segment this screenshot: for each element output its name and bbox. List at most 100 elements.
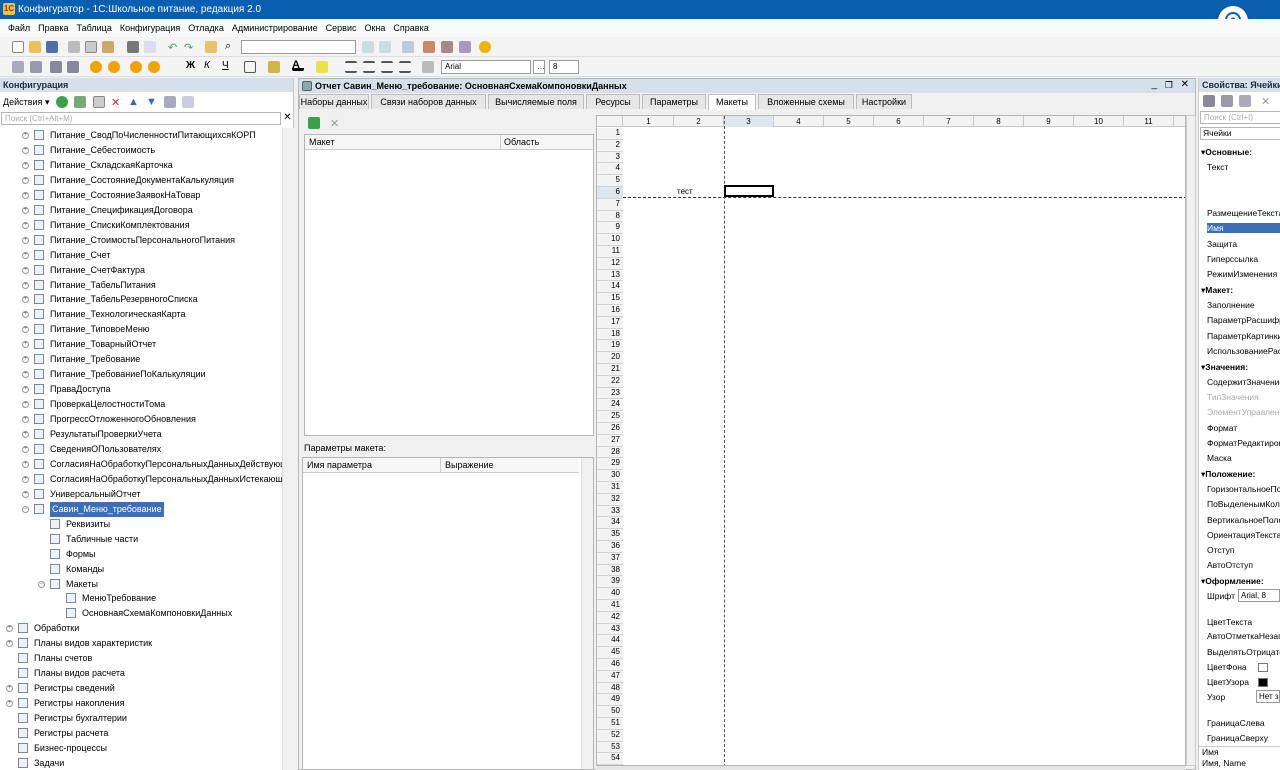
- redo-icon[interactable]: ↷: [184, 41, 196, 54]
- row-header[interactable]: 46: [597, 659, 623, 671]
- row-header[interactable]: 25: [597, 411, 623, 423]
- expand-icon[interactable]: +: [22, 132, 29, 139]
- property-name[interactable]: ФорматРедактирования: [1207, 438, 1280, 448]
- row-header[interactable]: 26: [597, 423, 623, 435]
- expand-icon[interactable]: +: [22, 326, 29, 334]
- column-header[interactable]: 7: [924, 116, 974, 127]
- expand-icon[interactable]: +: [22, 431, 29, 438]
- font-more-button[interactable]: …: [533, 60, 545, 74]
- property-name[interactable]: ПоВыделенымКолонкам: [1207, 499, 1280, 509]
- property-name[interactable]: ВыделятьОтрицательные: [1207, 647, 1280, 657]
- row-header[interactable]: 40: [597, 588, 623, 600]
- add-icon[interactable]: [56, 96, 68, 108]
- config-scrollbar[interactable]: [282, 128, 294, 770]
- font-size-combo[interactable]: 8: [549, 60, 579, 74]
- row-header[interactable]: 18: [597, 328, 623, 341]
- row-header[interactable]: 33: [597, 505, 623, 518]
- menu-item[interactable]: Конфигурация: [120, 23, 180, 33]
- layouts-table[interactable]: Макет Область: [304, 134, 594, 436]
- pattern-color-swatch[interactable]: [1258, 678, 1268, 687]
- row-header[interactable]: 15: [597, 293, 623, 305]
- menu-item[interactable]: Файл: [8, 23, 30, 33]
- collapse-icon[interactable]: −: [22, 505, 29, 513]
- bold-icon[interactable]: Ж: [186, 60, 198, 72]
- new-file-icon[interactable]: [12, 41, 24, 53]
- add-layout-icon[interactable]: [308, 117, 320, 129]
- filter-props-icon[interactable]: [1239, 95, 1251, 107]
- row-header[interactable]: 30: [597, 470, 623, 482]
- property-name[interactable]: ЭлементУправления: [1207, 407, 1280, 417]
- tab[interactable]: Ресурсы: [586, 94, 640, 109]
- underline-icon[interactable]: Ч: [222, 60, 234, 72]
- delete-icon[interactable]: ✕: [111, 96, 123, 109]
- property-name[interactable]: ОриентацияТекста: [1207, 530, 1280, 540]
- expand-icon[interactable]: +: [22, 445, 29, 453]
- categories-icon[interactable]: [1203, 95, 1215, 107]
- italic-icon[interactable]: К: [204, 60, 216, 72]
- window-icon[interactable]: [402, 41, 414, 53]
- row-header[interactable]: 51: [597, 718, 623, 730]
- row-header[interactable]: 23: [597, 387, 623, 400]
- copy-object-icon[interactable]: [93, 96, 105, 108]
- row-header[interactable]: 11: [597, 246, 623, 258]
- row-header[interactable]: 10: [597, 234, 623, 246]
- font-value-field[interactable]: Arial, 8: [1238, 589, 1280, 603]
- property-name[interactable]: Заполнение: [1207, 300, 1255, 310]
- row-header[interactable]: 36: [597, 541, 623, 553]
- cut-icon[interactable]: [68, 41, 80, 53]
- row-header[interactable]: 52: [597, 729, 623, 742]
- row-header[interactable]: 44: [597, 635, 623, 648]
- clear-search-icon[interactable]: ✕: [282, 112, 293, 125]
- row-header[interactable]: 39: [597, 576, 623, 589]
- menu-item[interactable]: Окна: [364, 23, 385, 33]
- property-name[interactable]: Отступ: [1207, 545, 1235, 555]
- params-scrollbar[interactable]: [581, 458, 593, 769]
- row-header[interactable]: 17: [597, 316, 623, 329]
- expand-icon[interactable]: +: [6, 700, 13, 708]
- row-header[interactable]: 53: [597, 741, 623, 754]
- property-name[interactable]: Узор: [1207, 692, 1225, 702]
- expand-icon[interactable]: +: [22, 146, 29, 154]
- clear-icon[interactable]: ✕: [1261, 95, 1273, 108]
- property-name[interactable]: ГраницаСлева: [1207, 718, 1265, 728]
- property-name[interactable]: ГоризонтальноеПоложение: [1207, 484, 1280, 494]
- find-in-folder-icon[interactable]: [205, 41, 217, 53]
- breakpoint-icon[interactable]: [441, 41, 453, 53]
- spreadsheet-hscroll[interactable]: [596, 766, 1186, 770]
- find-prev-icon[interactable]: [379, 41, 391, 53]
- row-header[interactable]: 24: [597, 399, 623, 412]
- borders-icon[interactable]: [244, 61, 256, 73]
- actions-menu[interactable]: Действия ▾: [3, 94, 49, 110]
- row-header[interactable]: 22: [597, 375, 623, 388]
- row-header[interactable]: 12: [597, 257, 623, 270]
- props-object-combo[interactable]: Ячейки: [1200, 127, 1280, 140]
- expand-icon[interactable]: +: [6, 640, 13, 648]
- search-combo[interactable]: [241, 40, 356, 54]
- tab[interactable]: Макеты: [708, 94, 756, 110]
- property-name[interactable]: ИспользованиеРасшифровки: [1207, 346, 1280, 356]
- row-header[interactable]: 47: [597, 670, 623, 683]
- properties-icon[interactable]: [50, 61, 62, 73]
- menu-item[interactable]: Сервис: [326, 23, 357, 33]
- row-header[interactable]: 49: [597, 694, 623, 707]
- property-name[interactable]: ТипЗначения: [1207, 392, 1259, 402]
- column-header[interactable]: 4: [774, 116, 824, 127]
- align-left-icon[interactable]: [345, 61, 357, 73]
- text-color-icon[interactable]: A: [292, 59, 304, 71]
- open-folder-icon[interactable]: [29, 41, 41, 53]
- search-icon[interactable]: ⌕: [225, 40, 237, 52]
- property-name[interactable]: ПараметрКартинки: [1207, 331, 1280, 341]
- property-name[interactable]: ГраницаСверху: [1207, 733, 1268, 743]
- expand-icon[interactable]: +: [6, 625, 13, 633]
- column-header[interactable]: 5: [824, 116, 874, 127]
- row-header[interactable]: 48: [597, 682, 623, 695]
- row-header[interactable]: 9: [597, 222, 623, 235]
- highlight-icon[interactable]: [316, 61, 328, 73]
- layout-column-header[interactable]: Макет: [305, 135, 501, 150]
- expand-icon[interactable]: +: [22, 490, 29, 498]
- undo-icon[interactable]: ↶: [168, 41, 180, 54]
- expand-icon[interactable]: +: [22, 281, 29, 289]
- expand-icon[interactable]: +: [22, 206, 29, 214]
- column-header[interactable]: 1: [624, 116, 674, 127]
- cell-text[interactable]: тест: [677, 187, 693, 196]
